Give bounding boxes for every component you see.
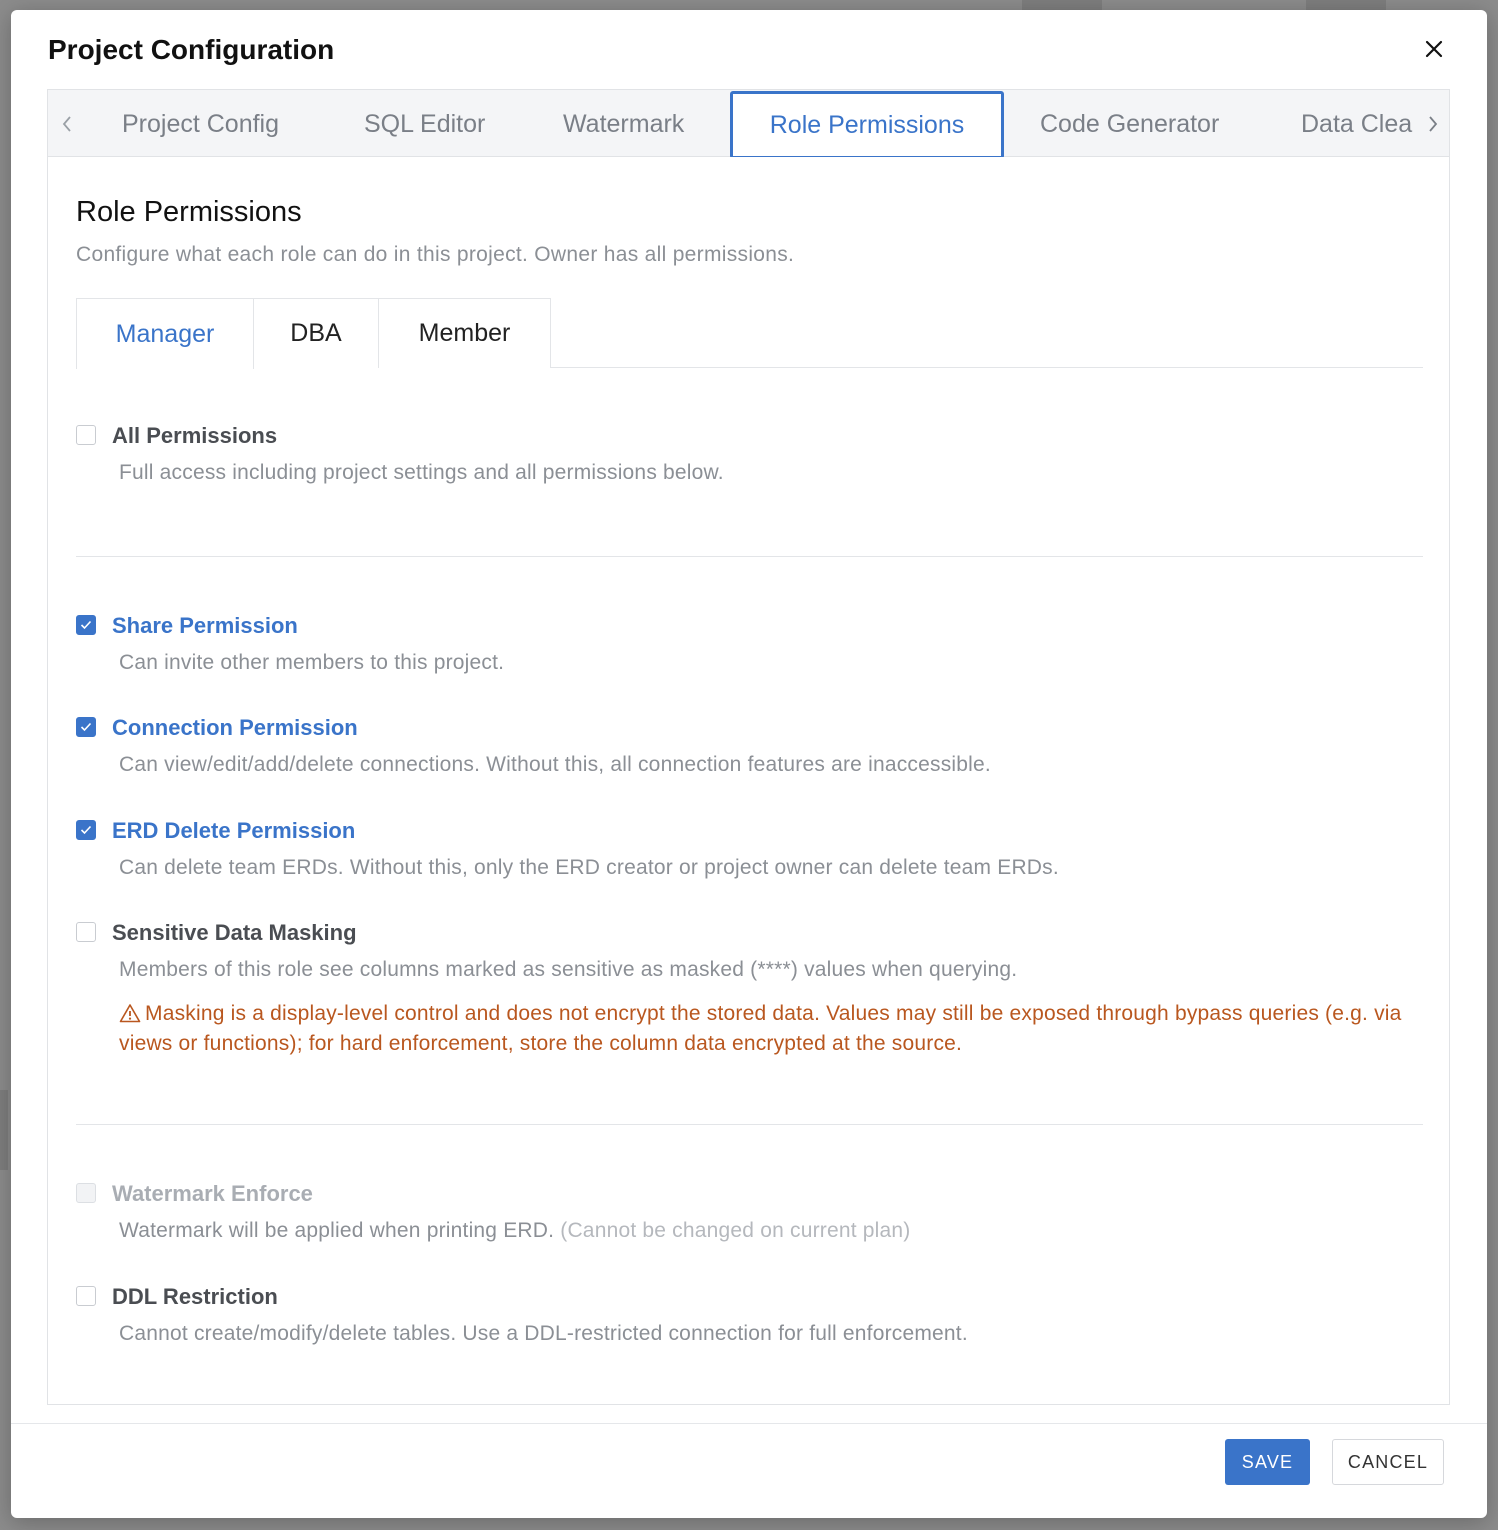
tabs-scroll-right-button[interactable] bbox=[1418, 90, 1448, 158]
checkmark-icon bbox=[80, 825, 92, 835]
permission-description: Can invite other members to this project… bbox=[119, 651, 505, 674]
tab-watermark[interactable]: Watermark bbox=[563, 90, 684, 158]
backdrop-toolbar-block bbox=[1306, 0, 1386, 10]
plan-restriction-note: (Cannot be changed on current plan) bbox=[560, 1219, 911, 1242]
warning-icon bbox=[119, 1004, 141, 1023]
permission-label: Watermark Enforce bbox=[112, 1181, 313, 1206]
footer-divider bbox=[11, 1423, 1487, 1424]
role-tab-manager[interactable]: Manager bbox=[76, 298, 254, 369]
config-tab-bar: Project Config SQL Editor Watermark Role… bbox=[47, 89, 1450, 159]
dialog-title: Project Configuration bbox=[48, 34, 335, 65]
save-button[interactable]: SAVE bbox=[1225, 1439, 1310, 1485]
permission-label: Share Permission bbox=[112, 613, 298, 638]
permission-label: All Permissions bbox=[112, 423, 278, 448]
checkmark-icon bbox=[80, 722, 92, 732]
permission-label: ERD Delete Permission bbox=[112, 818, 356, 843]
permission-label: Connection Permission bbox=[112, 715, 358, 740]
permission-label: Sensitive Data Masking bbox=[112, 920, 357, 945]
connection-permission-checkbox[interactable] bbox=[76, 717, 96, 737]
permission-description: Cannot create/modify/delete tables. Use … bbox=[119, 1322, 968, 1345]
tab-sql-editor[interactable]: SQL Editor bbox=[364, 90, 485, 158]
role-tab-dba[interactable]: DBA bbox=[253, 298, 379, 368]
divider bbox=[76, 556, 1423, 557]
close-icon bbox=[1425, 40, 1443, 58]
project-configuration-dialog: Project Configuration Project Config SQL… bbox=[11, 10, 1487, 1518]
backdrop-toolbar-block bbox=[1022, 0, 1102, 10]
role-permissions-panel: Role Permissions Configure what each rol… bbox=[47, 157, 1450, 1405]
watermark-enforce-checkbox bbox=[76, 1183, 96, 1203]
permission-description: Can view/edit/add/delete connections. Wi… bbox=[119, 753, 991, 776]
warning-text: Masking is a display-level control and d… bbox=[119, 1002, 1402, 1055]
erd-delete-permission-checkbox[interactable] bbox=[76, 820, 96, 840]
share-permission-checkbox[interactable] bbox=[76, 615, 96, 635]
permission-description: Members of this role see columns marked … bbox=[119, 958, 1018, 981]
permission-description: Watermark will be applied when printing … bbox=[119, 1219, 910, 1243]
permission-label: DDL Restriction bbox=[112, 1284, 278, 1309]
chevron-left-icon bbox=[62, 116, 71, 132]
role-tab-member[interactable]: Member bbox=[378, 298, 551, 368]
cancel-button[interactable]: CANCEL bbox=[1332, 1439, 1444, 1485]
permission-description: Can delete team ERDs. Without this, only… bbox=[119, 856, 1059, 879]
permission-description-text: Watermark will be applied when printing … bbox=[119, 1219, 555, 1242]
section-description: Configure what each role can do in this … bbox=[76, 243, 795, 266]
tab-data-cleaner[interactable]: Data Clea bbox=[1301, 90, 1412, 158]
permission-description: Full access including project settings a… bbox=[119, 461, 724, 484]
all-permissions-checkbox[interactable] bbox=[76, 425, 96, 445]
close-button[interactable] bbox=[1421, 36, 1447, 62]
tab-project-config[interactable]: Project Config bbox=[122, 90, 279, 158]
section-title: Role Permissions bbox=[76, 196, 302, 228]
tab-code-generator[interactable]: Code Generator bbox=[1040, 90, 1219, 158]
divider bbox=[76, 1124, 1423, 1125]
sensitive-data-masking-checkbox[interactable] bbox=[76, 922, 96, 942]
checkmark-icon bbox=[80, 620, 92, 630]
masking-warning: Masking is a display-level control and d… bbox=[119, 999, 1419, 1059]
backdrop-side-panel bbox=[0, 1090, 8, 1170]
role-tab-bar: Manager DBA Member bbox=[76, 298, 1423, 369]
chevron-right-icon bbox=[1429, 116, 1438, 132]
tab-role-permissions[interactable]: Role Permissions bbox=[730, 91, 1004, 159]
ddl-restriction-checkbox[interactable] bbox=[76, 1286, 96, 1306]
tabs-scroll-left-button[interactable] bbox=[52, 90, 82, 158]
